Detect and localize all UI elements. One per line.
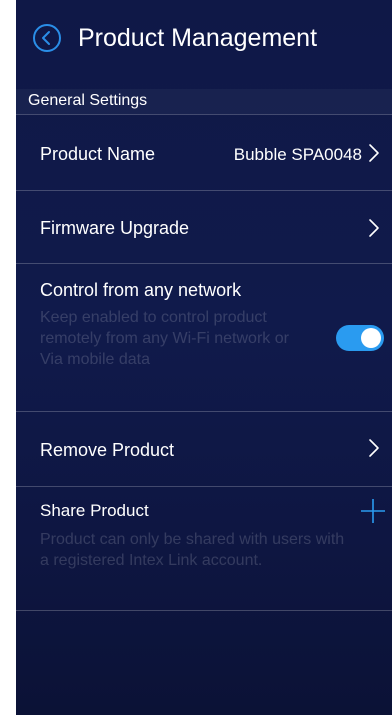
chevron-right-icon	[369, 144, 379, 162]
product-name-value: Bubble SPA0048	[233, 145, 362, 164]
section-header: General Settings	[16, 89, 392, 114]
product-management-screen: Product Management General Settings Prod…	[16, 0, 392, 715]
back-button[interactable]	[33, 24, 61, 52]
divider	[16, 610, 392, 611]
remote-control-description: Keep enabled to control product remotely…	[40, 309, 289, 368]
firmware-upgrade-row[interactable]: Firmware Upgrade	[16, 191, 392, 263]
share-product-description: Product can only be shared with users wi…	[40, 531, 345, 569]
chevron-right-icon	[369, 219, 379, 237]
firmware-upgrade-label: Firmware Upgrade	[40, 218, 190, 238]
header: Product Management	[16, 0, 392, 80]
toggle-knob	[361, 328, 381, 348]
remote-control-label: Control from any network	[40, 280, 242, 300]
share-product-label: Share Product	[40, 501, 149, 520]
product-name-row[interactable]: Product Name Bubble SPA0048	[16, 115, 392, 190]
remove-product-row[interactable]: Remove Product	[16, 412, 392, 486]
chevron-right-icon	[369, 439, 379, 457]
page-title: Product Management	[78, 24, 318, 52]
product-name-label: Product Name	[40, 144, 156, 164]
chevron-left-icon	[42, 31, 50, 45]
remote-control-row: Control from any network Keep enabled to…	[16, 264, 392, 411]
remote-control-toggle[interactable]	[336, 325, 384, 351]
share-product-row: Share Product Product can only be shared…	[16, 487, 392, 610]
section-title: General Settings	[28, 92, 148, 109]
add-share-button[interactable]	[360, 498, 386, 524]
remove-product-label: Remove Product	[40, 440, 175, 460]
